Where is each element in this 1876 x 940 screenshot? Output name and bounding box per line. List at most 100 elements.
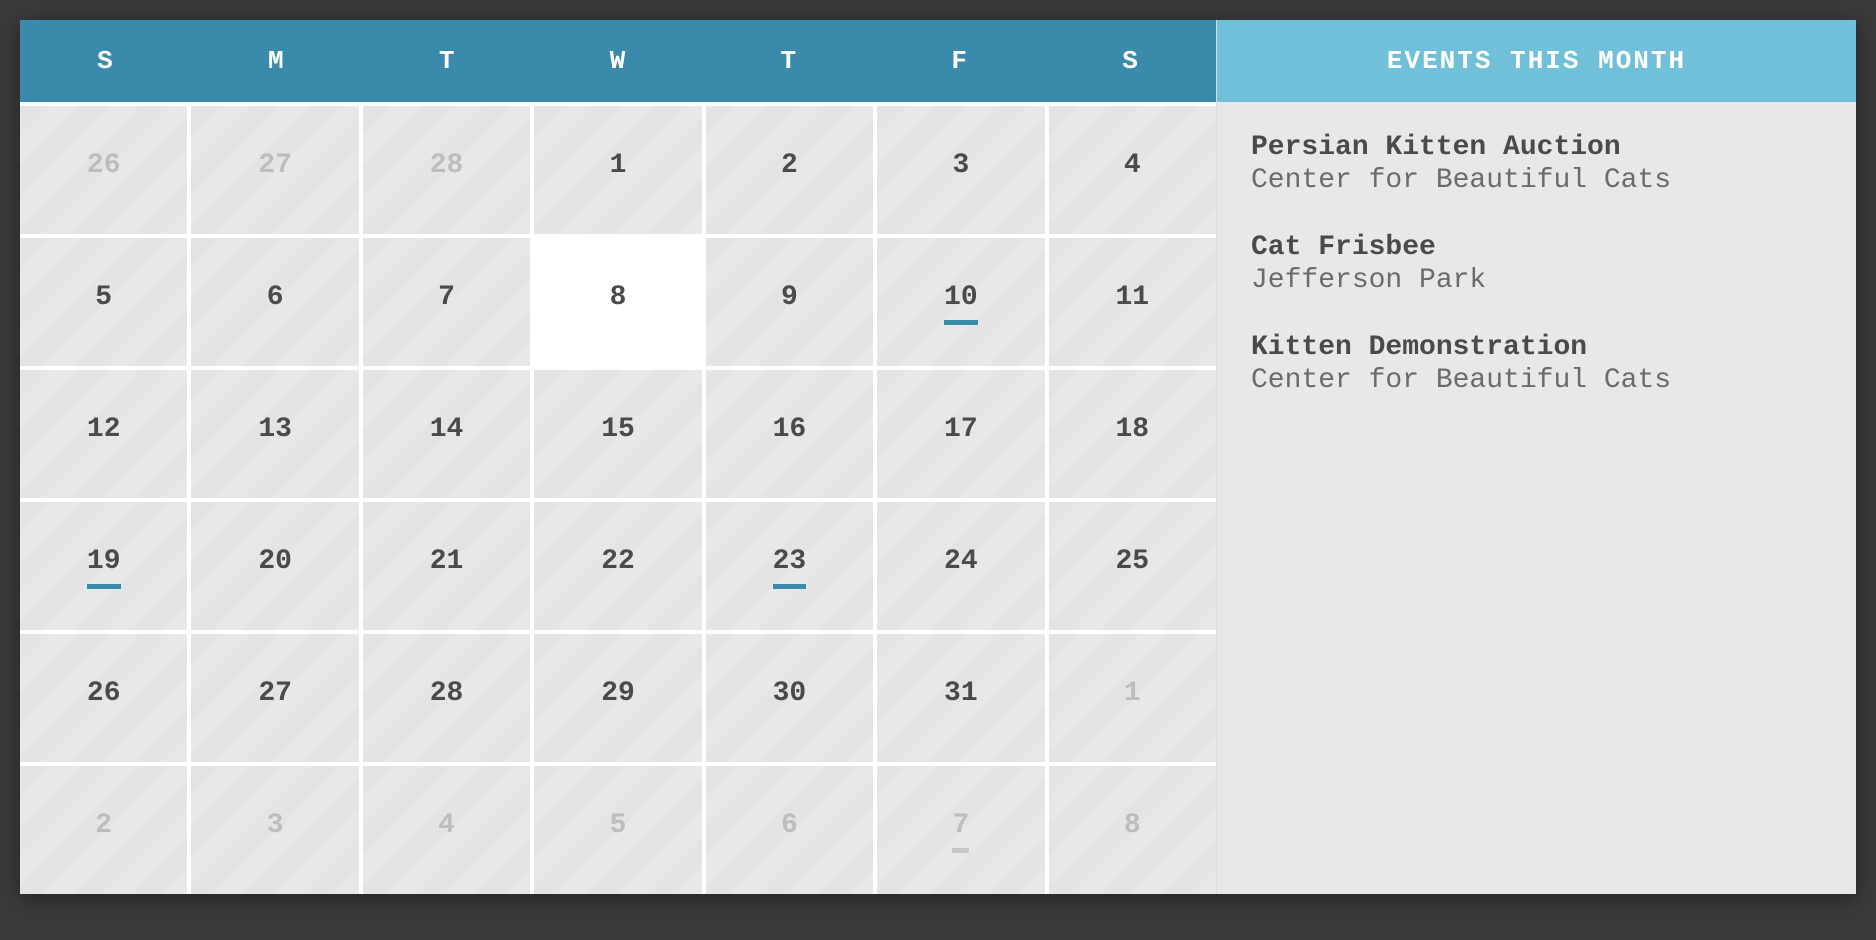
day-number: 5 (610, 810, 627, 851)
day-cell[interactable]: 26 (20, 634, 187, 762)
event-item[interactable]: Kitten DemonstrationCenter for Beautiful… (1251, 332, 1822, 396)
day-number: 4 (1124, 150, 1141, 191)
day-number: 29 (601, 678, 635, 719)
day-number: 31 (944, 678, 978, 719)
day-cell[interactable]: 8 (534, 238, 701, 366)
day-cell[interactable]: 1 (534, 106, 701, 234)
day-number: 3 (267, 810, 284, 851)
events-list: Persian Kitten Auction Center for Beautif… (1217, 102, 1856, 462)
day-number: 26 (87, 150, 121, 191)
day-number: 2 (781, 150, 798, 191)
events-sidebar: EVENTS THIS MONTH Persian Kitten Auction… (1216, 20, 1856, 894)
day-cell[interactable]: 12 (20, 370, 187, 498)
day-cell[interactable]: 25 (1049, 502, 1216, 630)
day-cell[interactable]: 29 (534, 634, 701, 762)
calendar-grid: 2627281234567891011121314151617181920212… (20, 102, 1216, 894)
day-cell[interactable]: 16 (706, 370, 873, 498)
day-cell[interactable]: 31 (877, 634, 1044, 762)
day-cell[interactable]: 6 (706, 766, 873, 894)
weekday-label: T (703, 20, 874, 102)
day-number: 6 (781, 810, 798, 851)
day-cell[interactable]: 5 (20, 238, 187, 366)
day-cell[interactable]: 27 (191, 634, 358, 762)
day-cell[interactable]: 4 (363, 766, 530, 894)
day-cell[interactable]: 10 (877, 238, 1044, 366)
day-cell[interactable]: 9 (706, 238, 873, 366)
day-number: 14 (430, 414, 464, 455)
day-cell[interactable]: 7 (877, 766, 1044, 894)
day-number: 20 (258, 546, 292, 587)
day-number: 30 (773, 678, 807, 719)
day-number: 16 (773, 414, 807, 455)
calendar-panel: SMTWTFS 26272812345678910111213141516171… (20, 20, 1216, 894)
day-number: 6 (267, 282, 284, 323)
day-cell[interactable]: 18 (1049, 370, 1216, 498)
event-location: Jefferson Park (1251, 265, 1822, 296)
day-cell[interactable]: 6 (191, 238, 358, 366)
day-cell[interactable]: 28 (363, 634, 530, 762)
event-item[interactable]: Cat FrisbeeJefferson Park (1251, 232, 1822, 296)
day-cell[interactable]: 19 (20, 502, 187, 630)
day-number: 8 (610, 282, 627, 323)
day-cell[interactable]: 30 (706, 634, 873, 762)
day-cell[interactable]: 24 (877, 502, 1044, 630)
day-number: 25 (1115, 546, 1149, 587)
calendar-app: SMTWTFS 26272812345678910111213141516171… (20, 20, 1856, 894)
day-number: 5 (95, 282, 112, 323)
event-title: Cat Frisbee (1251, 232, 1822, 263)
day-number: 17 (944, 414, 978, 455)
day-number: 12 (87, 414, 121, 455)
event-item[interactable]: Persian Kitten AuctionCenter for Beautif… (1251, 132, 1822, 196)
day-cell[interactable]: 3 (191, 766, 358, 894)
day-number: 1 (1124, 678, 1141, 719)
day-number: 26 (87, 678, 121, 719)
day-cell[interactable]: 22 (534, 502, 701, 630)
day-cell[interactable]: 1 (1049, 634, 1216, 762)
event-title: Kitten Demonstration (1251, 332, 1822, 363)
day-cell[interactable]: 17 (877, 370, 1044, 498)
event-location: Center for Beautiful Cats (1251, 365, 1822, 396)
day-cell[interactable]: 21 (363, 502, 530, 630)
weekday-label: S (1045, 20, 1216, 102)
day-number: 4 (438, 810, 455, 851)
weekday-label: F (874, 20, 1045, 102)
day-number: 24 (944, 546, 978, 587)
day-number: 10 (944, 282, 978, 323)
day-number: 7 (438, 282, 455, 323)
weekday-label: M (191, 20, 362, 102)
event-title: Persian Kitten Auction (1251, 132, 1822, 163)
day-number: 19 (87, 546, 121, 587)
day-cell[interactable]: 2 (706, 106, 873, 234)
weekday-label: W (533, 20, 704, 102)
day-number: 3 (952, 150, 969, 191)
day-number: 28 (430, 678, 464, 719)
day-cell[interactable]: 23 (706, 502, 873, 630)
day-cell[interactable]: 20 (191, 502, 358, 630)
day-cell[interactable]: 4 (1049, 106, 1216, 234)
day-number: 2 (95, 810, 112, 851)
day-number: 18 (1115, 414, 1149, 455)
day-cell[interactable]: 3 (877, 106, 1044, 234)
day-number: 27 (258, 150, 292, 191)
day-cell[interactable]: 7 (363, 238, 530, 366)
day-number: 13 (258, 414, 292, 455)
day-number: 23 (773, 546, 807, 587)
day-number: 11 (1115, 282, 1149, 323)
day-cell[interactable]: 14 (363, 370, 530, 498)
day-number: 7 (952, 810, 969, 851)
day-cell[interactable]: 11 (1049, 238, 1216, 366)
day-cell[interactable]: 15 (534, 370, 701, 498)
day-cell[interactable]: 5 (534, 766, 701, 894)
weekday-label: T (362, 20, 533, 102)
day-number: 1 (610, 150, 627, 191)
day-cell[interactable]: 28 (363, 106, 530, 234)
day-number: 9 (781, 282, 798, 323)
day-number: 27 (258, 678, 292, 719)
day-number: 15 (601, 414, 635, 455)
day-cell[interactable]: 8 (1049, 766, 1216, 894)
day-cell[interactable]: 27 (191, 106, 358, 234)
events-sidebar-header: EVENTS THIS MONTH (1217, 20, 1856, 102)
day-cell[interactable]: 2 (20, 766, 187, 894)
day-cell[interactable]: 26 (20, 106, 187, 234)
day-cell[interactable]: 13 (191, 370, 358, 498)
